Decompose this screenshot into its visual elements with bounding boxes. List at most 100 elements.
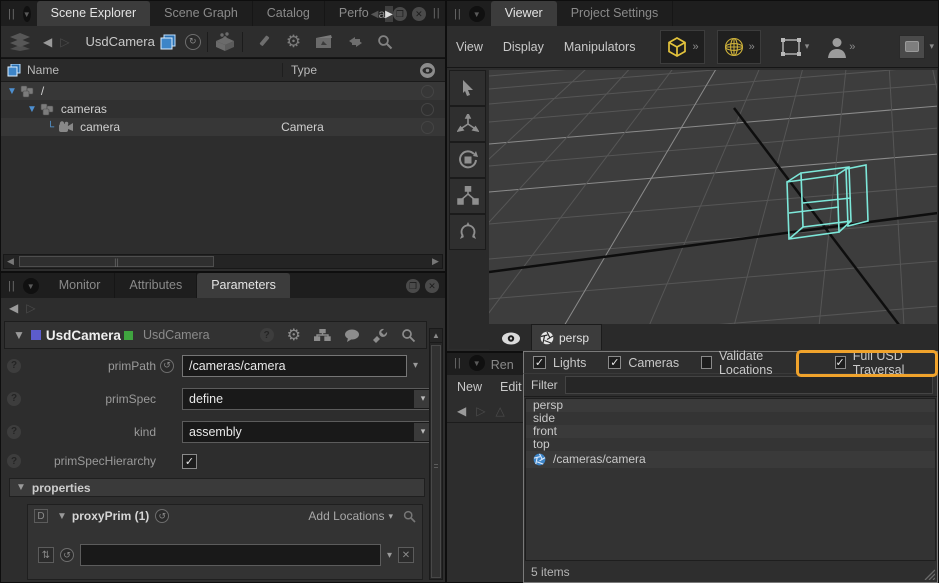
pencil-icon[interactable] bbox=[256, 34, 272, 50]
search-icon[interactable] bbox=[401, 328, 416, 343]
param-back-icon[interactable]: ◀ bbox=[5, 301, 22, 315]
history-back-icon[interactable]: ◀ bbox=[39, 35, 56, 49]
refresh-icon[interactable]: ↻ bbox=[185, 34, 201, 50]
horizontal-scrollbar[interactable]: ◀ || ▶ bbox=[3, 254, 443, 269]
gear-icon[interactable]: ⚙ bbox=[287, 325, 301, 345]
tab-render-fragment[interactable]: Ren bbox=[491, 358, 514, 375]
reset-icon[interactable]: ↺ bbox=[155, 509, 169, 523]
reorder-stepper-icon[interactable]: ⇅ bbox=[38, 547, 54, 563]
list-item-persp[interactable]: persp bbox=[526, 399, 935, 412]
panel-menu-icon[interactable]: ▼ bbox=[469, 355, 485, 371]
properties-section-header[interactable]: ▼ properties bbox=[9, 478, 425, 497]
gear-icon[interactable]: ⚙ bbox=[286, 32, 301, 52]
visibility-toggle[interactable] bbox=[421, 121, 434, 134]
expand-arrow-icon[interactable]: ▼ bbox=[27, 104, 37, 115]
list-item-front[interactable]: front bbox=[526, 425, 935, 438]
menu-new[interactable]: New bbox=[447, 380, 491, 394]
tree-row-cameras[interactable]: ▼ cameras bbox=[1, 100, 445, 118]
collapse-node-icon[interactable]: ▼ bbox=[13, 328, 25, 342]
comment-icon[interactable] bbox=[344, 329, 360, 342]
panel-grip[interactable]: || bbox=[1, 280, 21, 298]
tab-performance[interactable]: Perfo bbox=[325, 1, 371, 26]
history-forward-icon[interactable]: ▷ bbox=[56, 35, 73, 49]
sync-arrows-icon[interactable] bbox=[347, 35, 364, 49]
search-icon[interactable] bbox=[403, 510, 416, 523]
open-box-icon[interactable] bbox=[214, 32, 236, 51]
cameras-checkbox[interactable]: ✓ bbox=[608, 356, 621, 369]
validate-locations-checkbox-item[interactable]: Validate Locations bbox=[701, 349, 800, 377]
list-item-top[interactable]: top bbox=[526, 438, 935, 451]
tab-viewer[interactable]: Viewer bbox=[491, 1, 557, 26]
menu-display[interactable]: Display bbox=[494, 40, 553, 54]
primspec-dropdown[interactable]: define ▾ bbox=[182, 388, 434, 410]
expander-chevrons[interactable]: » bbox=[692, 41, 698, 53]
close-panel-icon[interactable]: ✕ bbox=[412, 7, 426, 21]
translate-tool-icon[interactable] bbox=[449, 106, 486, 142]
collapse-icon[interactable]: ▼ bbox=[16, 482, 26, 493]
kind-dropdown[interactable]: assembly ▾ bbox=[182, 421, 434, 443]
search-icon[interactable] bbox=[377, 34, 393, 50]
panel-menu-icon[interactable]: ▼ bbox=[23, 278, 39, 294]
nav-back-icon[interactable]: ◀ bbox=[457, 404, 466, 418]
filter-input[interactable] bbox=[565, 376, 933, 394]
tab-project-settings[interactable]: Project Settings bbox=[557, 1, 674, 26]
person-icon[interactable] bbox=[827, 36, 847, 58]
tab-scene-explorer[interactable]: Scene Explorer bbox=[37, 1, 150, 26]
menu-manipulators[interactable]: Manipulators bbox=[555, 40, 645, 54]
reset-icon[interactable]: ↺ bbox=[60, 548, 74, 562]
reset-icon[interactable]: ↺ bbox=[160, 359, 174, 373]
tab-scene-graph[interactable]: Scene Graph bbox=[150, 1, 253, 26]
expand-arrow-icon[interactable]: ▼ bbox=[7, 86, 17, 97]
column-name[interactable]: Name bbox=[27, 63, 282, 77]
cameras-checkbox-item[interactable]: ✓ Cameras bbox=[608, 356, 679, 370]
clapperboard-icon[interactable] bbox=[315, 34, 333, 49]
primpath-menu-icon[interactable]: ▾ bbox=[413, 360, 418, 371]
menu-view[interactable]: View bbox=[447, 40, 492, 54]
panel-grip-right[interactable]: || bbox=[431, 7, 441, 21]
nav-forward-icon[interactable]: ▷ bbox=[476, 404, 485, 418]
default-badge[interactable]: D bbox=[34, 509, 48, 523]
eye-icon[interactable] bbox=[501, 332, 521, 345]
primpath-input[interactable] bbox=[182, 355, 407, 377]
remove-icon[interactable]: ✕ bbox=[398, 547, 414, 563]
visibility-column-icon[interactable] bbox=[409, 62, 445, 79]
usd-layers-icon[interactable] bbox=[159, 34, 177, 50]
node-color-swatch[interactable] bbox=[31, 330, 41, 340]
float-panel-icon[interactable]: ❐ bbox=[406, 279, 420, 293]
tab-scroll-right-icon[interactable]: ▶ bbox=[385, 6, 393, 22]
tab-monitor[interactable]: Monitor bbox=[45, 273, 116, 298]
vertical-scrollbar[interactable]: ▲ bbox=[429, 328, 443, 580]
lights-checkbox-item[interactable]: ✓ Lights bbox=[533, 356, 586, 370]
primspechierarchy-checkbox[interactable]: ✓ bbox=[182, 454, 197, 469]
list-item-camera[interactable]: /cameras/camera bbox=[526, 451, 935, 468]
expander-chevrons[interactable]: » bbox=[849, 41, 855, 53]
select-tool-icon[interactable] bbox=[449, 70, 486, 106]
marquee-select-icon[interactable] bbox=[779, 36, 803, 58]
tab-catalog[interactable]: Catalog bbox=[253, 1, 325, 26]
param-help-icon[interactable]: ? bbox=[7, 392, 21, 406]
param-help-icon[interactable]: ? bbox=[7, 454, 21, 468]
validate-locations-checkbox[interactable] bbox=[701, 356, 712, 369]
lighting-mode-button[interactable]: » bbox=[717, 30, 761, 64]
current-node-name[interactable]: UsdCamera bbox=[85, 34, 154, 49]
collapse-icon[interactable]: ▼ bbox=[57, 511, 67, 522]
column-type[interactable]: Type bbox=[282, 63, 409, 77]
param-help-icon[interactable]: ? bbox=[7, 359, 21, 373]
tab-parameters[interactable]: Parameters bbox=[197, 273, 290, 298]
help-icon[interactable]: ? bbox=[260, 328, 274, 342]
tree-row-root[interactable]: ▼ / bbox=[1, 82, 445, 100]
visibility-toggle[interactable] bbox=[421, 85, 434, 98]
expander-chevrons[interactable]: » bbox=[749, 41, 755, 53]
list-item-side[interactable]: side bbox=[526, 412, 935, 425]
tab-scroll-left-icon[interactable]: ◀ bbox=[371, 6, 379, 22]
scroll-up-icon[interactable]: ▲ bbox=[430, 329, 442, 343]
panel-grip[interactable]: || bbox=[447, 8, 467, 26]
tab-attributes[interactable]: Attributes bbox=[115, 273, 197, 298]
lights-checkbox[interactable]: ✓ bbox=[533, 356, 546, 369]
viewport[interactable] bbox=[489, 70, 937, 326]
resize-grip-icon[interactable] bbox=[923, 568, 935, 580]
visibility-toggle[interactable] bbox=[421, 103, 434, 116]
rotate-tool-icon[interactable] bbox=[449, 142, 486, 178]
scroll-left-icon[interactable]: ◀ bbox=[4, 256, 17, 267]
nav-up-icon[interactable]: △ bbox=[495, 404, 504, 418]
